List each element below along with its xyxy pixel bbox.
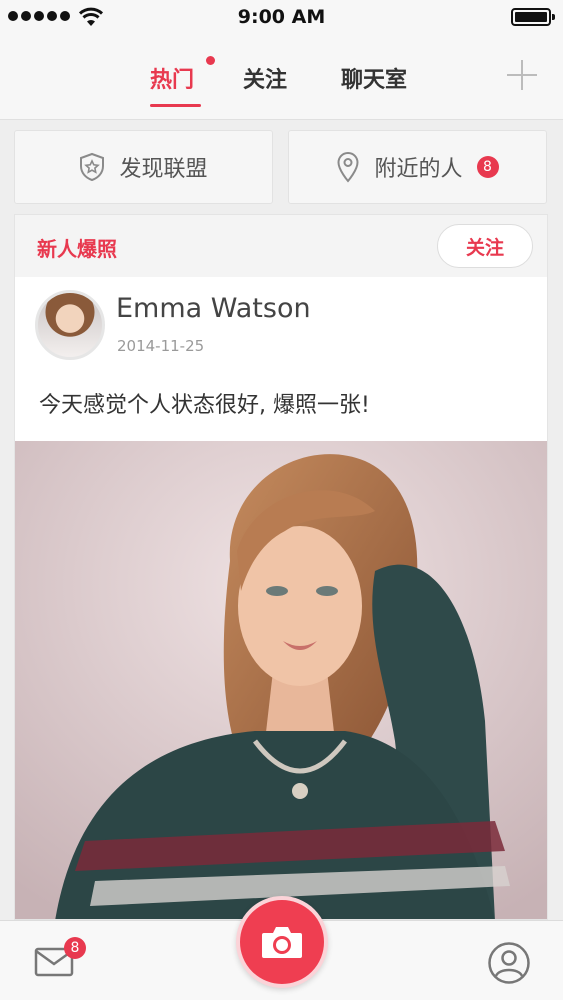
tab-follow[interactable]: 关注 <box>243 62 287 94</box>
user-icon[interactable] <box>487 941 531 985</box>
post-photo[interactable] <box>15 441 547 919</box>
camera-button[interactable] <box>236 896 328 988</box>
post-date: 2014-11-25 <box>117 337 205 355</box>
tab-hot[interactable]: 热门 <box>150 62 194 94</box>
user-name[interactable]: Emma Watson <box>116 293 311 324</box>
card-title: 新人爆照 <box>37 237 117 261</box>
battery-icon <box>511 8 555 26</box>
nearby-people-button[interactable]: 附近的人 8 <box>288 130 547 204</box>
tab-chatroom[interactable]: 聊天室 <box>341 62 407 94</box>
location-pin-icon <box>337 151 359 183</box>
add-icon[interactable] <box>505 58 539 92</box>
discover-alliance-label: 发现联盟 <box>119 157 208 182</box>
camera-icon <box>262 927 302 958</box>
shield-star-icon <box>80 152 105 182</box>
top-nav: 热门 关注 聊天室 <box>0 34 563 120</box>
mail-count-badge: 8 <box>64 937 86 959</box>
post-text: 今天感觉个人状态很好, 爆照一张! <box>39 393 370 418</box>
status-time: 9:00 AM <box>237 6 326 28</box>
discover-alliance-button[interactable]: 发现联盟 <box>14 130 273 204</box>
active-tab-indicator <box>150 104 201 107</box>
status-bar: 9:00 AM <box>0 0 563 34</box>
tab-notification-dot <box>206 56 215 65</box>
card-header: 新人爆照 关注 <box>15 215 547 277</box>
nearby-count-badge: 8 <box>476 156 499 178</box>
avatar[interactable] <box>35 290 105 360</box>
follow-button[interactable]: 关注 <box>437 224 533 268</box>
post-photo-illustration <box>15 441 547 919</box>
nearby-people-label: 附近的人 <box>374 157 463 182</box>
post-card: 新人爆照 关注 Emma Watson 2014-11-25 今天感觉个人状态很… <box>14 214 548 920</box>
